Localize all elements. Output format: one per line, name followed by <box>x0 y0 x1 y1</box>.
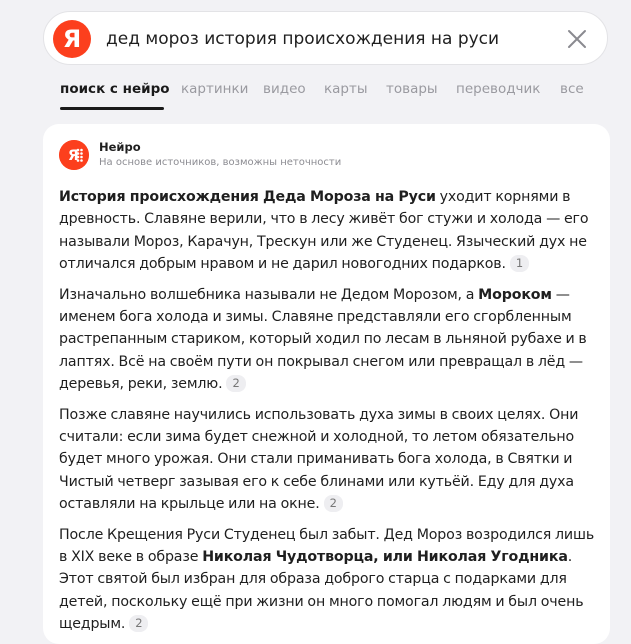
bold-text: История происхождения Деда Мороза на Рус… <box>59 189 436 205</box>
tab-neiro-search[interactable]: поиск с нейро <box>60 80 170 98</box>
answer-paragraph: После Крещения Руси Студенец был забыт. … <box>59 524 597 635</box>
neiro-logo-icon: Я <box>59 140 89 170</box>
neiro-answer-card: Я Нейро На основе источников, возможны н… <box>43 124 610 644</box>
yandex-logo[interactable]: Я <box>53 20 91 58</box>
tab-goods[interactable]: товары <box>386 80 438 98</box>
answer-paragraph: История происхождения Деда Мороза на Рус… <box>59 186 597 275</box>
text-segment: Позже славяне научились использовать дух… <box>59 406 579 512</box>
citation-badge[interactable]: 2 <box>129 614 149 632</box>
text-segment: Изначально волшебника называли не Дедом … <box>59 286 479 303</box>
search-input[interactable]: дед мороз история происхождения на руси <box>106 29 499 49</box>
active-tab-indicator <box>60 107 164 110</box>
citation-badge[interactable]: 2 <box>323 494 343 512</box>
tab-all[interactable]: все <box>560 80 584 98</box>
tab-translator[interactable]: переводчик <box>456 80 540 98</box>
neiro-disclaimer: На основе источников, возможны неточност… <box>99 157 342 168</box>
bold-text: Мороком <box>478 286 552 303</box>
search-bar[interactable]: Я дед мороз история происхождения на рус… <box>43 11 608 65</box>
answer-paragraph: Изначально волшебника называли не Дедом … <box>59 284 597 395</box>
citation-badge[interactable]: 1 <box>509 254 530 272</box>
neiro-title: Нейро <box>99 140 141 154</box>
citation-badge[interactable]: 2 <box>226 374 246 392</box>
answer-text: История происхождения Деда Мороза на Рус… <box>59 186 597 644</box>
tab-images[interactable]: картинки <box>181 80 248 98</box>
bold-text: Николая Чудотворца, или Николая Угодника <box>202 548 568 565</box>
answer-paragraph: Позже славяне научились использовать дух… <box>59 404 597 515</box>
tab-video[interactable]: видео <box>263 80 306 98</box>
close-icon[interactable] <box>566 28 588 50</box>
tab-maps[interactable]: карты <box>324 80 368 98</box>
